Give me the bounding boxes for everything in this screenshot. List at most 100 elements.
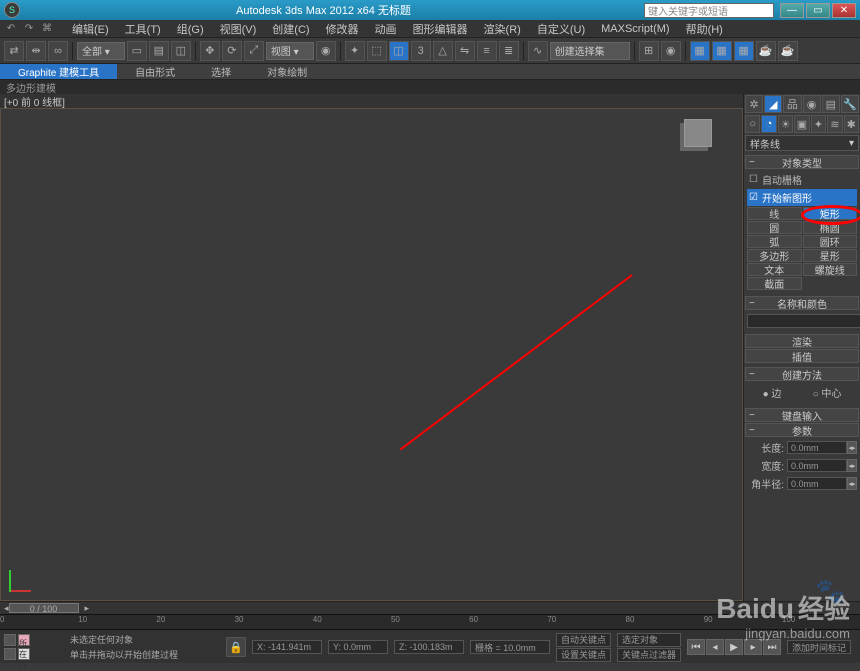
cat-geometry[interactable]: ○ — [745, 115, 760, 133]
tab-create[interactable]: ✲ — [745, 95, 763, 113]
maximize-button[interactable]: ▭ — [806, 3, 830, 18]
menu-create[interactable]: 创建(C) — [264, 21, 317, 37]
tab-display[interactable]: ▤ — [822, 95, 840, 113]
spinner-snap-icon[interactable]: △ — [433, 41, 453, 61]
undo-icon[interactable]: ↶ — [4, 22, 18, 36]
mirror-icon[interactable]: ⇋ — [455, 41, 475, 61]
select-link-icon[interactable]: ⇄ — [4, 41, 24, 61]
menu-graph[interactable]: 图形编辑器 — [405, 21, 476, 37]
menu-view[interactable]: 视图(V) — [212, 21, 265, 37]
shape-helix[interactable]: 螺旋线 — [803, 263, 858, 276]
key-filters-button[interactable]: 关键点过滤器 — [617, 648, 681, 662]
ref-coord-combo[interactable]: 视图 ▾ — [266, 42, 314, 60]
rollout-interpolation[interactable]: 插值 — [745, 349, 859, 363]
menu-modifiers[interactable]: 修改器 — [318, 21, 367, 37]
isolate-icon[interactable]: 🔒 — [226, 637, 246, 657]
tab-hierarchy[interactable]: 品 — [783, 95, 801, 113]
schematic-icon[interactable]: ⊞ — [639, 41, 659, 61]
named-selection-combo[interactable]: 创建选择集 — [550, 42, 630, 60]
menu-custom[interactable]: 自定义(U) — [529, 21, 593, 37]
coord-x[interactable]: X: -141.941m — [252, 640, 322, 654]
set-key-button[interactable]: 设置关键点 — [556, 648, 611, 662]
shape-section[interactable]: 截面 — [747, 277, 802, 290]
align-icon[interactable]: ≡ — [477, 41, 497, 61]
length-spinner[interactable]: 0.0mm — [787, 441, 847, 454]
shape-arc[interactable]: 弧 — [747, 235, 802, 248]
viewport-label[interactable]: [+0 前 0 线框] — [0, 94, 743, 108]
cat-shapes[interactable]: ◔ — [761, 115, 776, 133]
tab-utilities[interactable]: 🔧 — [841, 95, 859, 113]
snap-toggle-icon[interactable]: ⬚ — [367, 41, 387, 61]
rollout-render[interactable]: 渲染 — [745, 334, 859, 348]
script-listener-icon[interactable] — [4, 634, 16, 646]
goto-end-icon[interactable]: ⏭ — [763, 639, 781, 655]
cat-helpers[interactable]: ✦ — [811, 115, 826, 133]
bind-icon[interactable]: ∞ — [48, 41, 68, 61]
angle-snap-icon[interactable]: ◫ — [389, 41, 409, 61]
cat-cameras[interactable]: ▣ — [794, 115, 809, 133]
shape-line[interactable]: 线 — [747, 207, 802, 220]
goto-start-icon[interactable]: ⏮ — [687, 639, 705, 655]
start-new-shape-checkbox[interactable]: ☑ 开始新图形 — [747, 189, 857, 206]
rollout-object-type[interactable]: 对象类型 — [745, 155, 859, 169]
menu-help[interactable]: 帮助(H) — [678, 21, 731, 37]
render-setup-icon[interactable]: ▦ — [690, 41, 710, 61]
teapot-icon[interactable]: ☕ — [756, 41, 776, 61]
shape-rectangle[interactable]: 矩形 — [803, 207, 858, 220]
width-spinner[interactable]: 0.0mm — [787, 459, 847, 472]
menu-animation[interactable]: 动画 — [367, 21, 405, 37]
render-frame-icon[interactable]: ▦ — [712, 41, 732, 61]
play-button[interactable]: ▶ — [725, 639, 743, 655]
shape-donut[interactable]: 圆环 — [803, 235, 858, 248]
menu-maxscript[interactable]: MAXScript(M) — [593, 23, 677, 35]
coord-z[interactable]: Z: -100.183m — [394, 640, 464, 654]
coord-y[interactable]: Y: 0.0mm — [328, 640, 388, 654]
select-region-icon[interactable]: ◫ — [171, 41, 191, 61]
redo-icon[interactable]: ↷ — [22, 22, 36, 36]
viewport[interactable] — [0, 108, 743, 601]
spinner-arrows[interactable]: ◂▸ — [847, 477, 857, 490]
spinner-arrows[interactable]: ◂▸ — [847, 441, 857, 454]
app-icon[interactable]: S — [4, 2, 20, 18]
minimize-button[interactable]: — — [780, 3, 804, 18]
spinner-arrows[interactable]: ◂▸ — [847, 459, 857, 472]
rollout-create-method[interactable]: 创建方法 — [745, 367, 859, 381]
rollout-name-color[interactable]: 名称和颜色 — [745, 296, 859, 310]
track-bar[interactable]: 010 2030 4050 6070 8090 100 — [0, 614, 860, 630]
ribbon-tab-freeform[interactable]: 自由形式 — [117, 64, 193, 79]
selection-filter-combo[interactable]: 全部 ▾ — [77, 42, 125, 60]
unlink-icon[interactable]: ⇹ — [26, 41, 46, 61]
method-center-radio[interactable]: ○ 中心 — [813, 385, 842, 400]
next-frame-icon[interactable]: ▸ — [744, 639, 762, 655]
pivot-icon[interactable]: ◉ — [316, 41, 336, 61]
close-button[interactable]: ✕ — [832, 3, 856, 18]
ribbon-tab-paint[interactable]: 对象绘制 — [249, 64, 325, 79]
auto-grid-checkbox[interactable]: ☐ 自动栅格 — [747, 171, 857, 188]
auto-key-button[interactable]: 自动关键点 — [556, 633, 611, 647]
curve-editor-icon[interactable]: ∿ — [528, 41, 548, 61]
ribbon-tab-select[interactable]: 选择 — [193, 64, 249, 79]
viewcube[interactable] — [684, 119, 712, 147]
material-icon[interactable]: ◉ — [661, 41, 681, 61]
time-slider-next[interactable]: ▸ — [85, 603, 90, 614]
quick-render-icon[interactable]: ☕ — [778, 41, 798, 61]
scale-icon[interactable]: ⤢ — [244, 41, 264, 61]
link-icon[interactable]: ⌘ — [40, 22, 54, 36]
shape-star[interactable]: 星形 — [803, 249, 858, 262]
menu-render[interactable]: 渲染(R) — [476, 21, 529, 37]
manipulate-icon[interactable]: ✦ — [345, 41, 365, 61]
prev-frame-icon[interactable]: ◂ — [706, 639, 724, 655]
select-name-icon[interactable]: ▤ — [149, 41, 169, 61]
lock-icon[interactable] — [4, 648, 16, 660]
layers-icon[interactable]: ≣ — [499, 41, 519, 61]
shape-text[interactable]: 文本 — [747, 263, 802, 276]
render-icon[interactable]: ▦ — [734, 41, 754, 61]
add-time-tag[interactable]: 添加时间标记 — [787, 640, 851, 654]
shape-ngon[interactable]: 多边形 — [747, 249, 802, 262]
help-search-input[interactable]: 键入关键字或短语 — [644, 3, 774, 18]
menu-group[interactable]: 组(G) — [169, 21, 212, 37]
cat-lights[interactable]: ☀ — [778, 115, 793, 133]
cat-systems[interactable]: ✱ — [844, 115, 859, 133]
rollout-keyboard[interactable]: 键盘输入 — [745, 408, 859, 422]
rollout-params[interactable]: 参数 — [745, 423, 859, 437]
